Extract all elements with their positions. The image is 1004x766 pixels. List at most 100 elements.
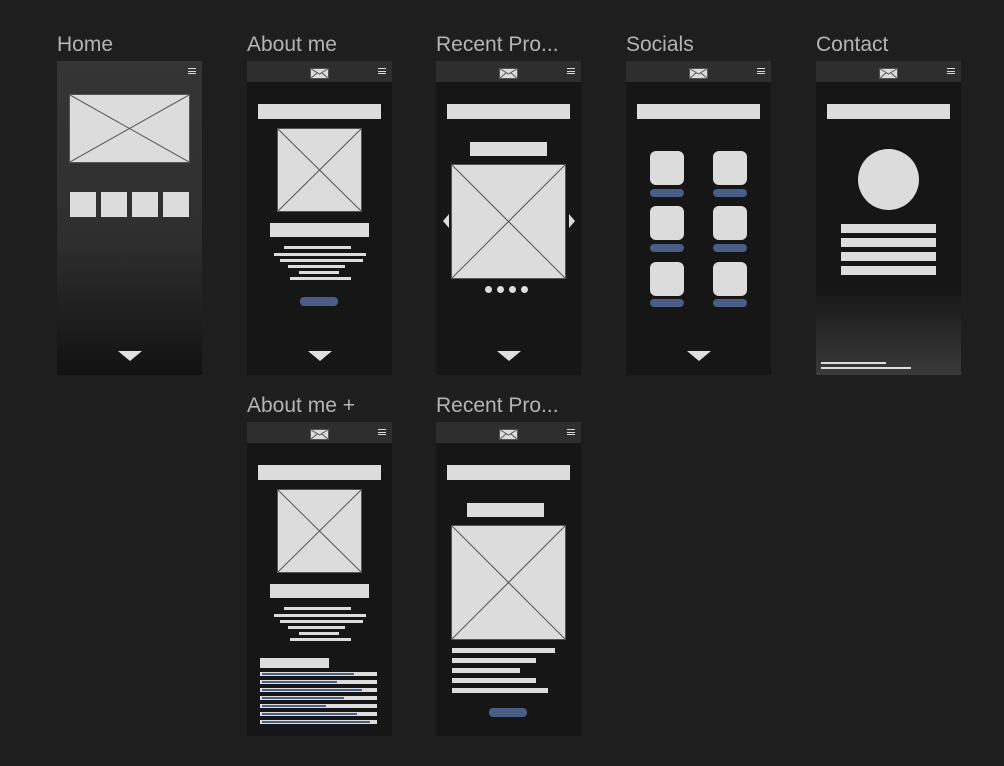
social-tile[interactable] bbox=[650, 262, 684, 296]
text-line bbox=[452, 688, 548, 693]
text-line bbox=[280, 259, 363, 262]
nav-tile-2[interactable] bbox=[101, 192, 127, 217]
mail-icon[interactable] bbox=[310, 427, 329, 445]
carousel-prev-icon[interactable] bbox=[443, 214, 449, 228]
chevron-down-icon[interactable] bbox=[497, 351, 521, 361]
name-placeholder bbox=[270, 584, 369, 598]
text-line bbox=[280, 620, 363, 623]
nav-bar bbox=[436, 422, 581, 443]
hero-image-placeholder bbox=[69, 94, 190, 163]
nav-tile-4[interactable] bbox=[163, 192, 189, 217]
read-more-button[interactable] bbox=[300, 297, 338, 306]
carousel-dot[interactable] bbox=[521, 286, 528, 293]
portrait-image-placeholder bbox=[277, 128, 362, 212]
detail-accent bbox=[262, 681, 337, 683]
chevron-down-icon[interactable] bbox=[687, 351, 711, 361]
hamburger-menu-icon[interactable] bbox=[757, 68, 765, 74]
text-line bbox=[452, 678, 536, 683]
carousel-dot[interactable] bbox=[509, 286, 516, 293]
title-placeholder bbox=[258, 104, 381, 119]
nav-tile-3[interactable] bbox=[132, 192, 158, 217]
carousel-next-icon[interactable] bbox=[569, 214, 575, 228]
nav-tile-1[interactable] bbox=[70, 192, 96, 217]
social-label bbox=[650, 244, 684, 252]
hamburger-menu-icon[interactable] bbox=[567, 68, 575, 74]
nav-bar bbox=[247, 61, 392, 82]
frame-label-about-plus: About me + bbox=[247, 394, 355, 417]
social-label bbox=[650, 189, 684, 197]
social-tile[interactable] bbox=[713, 262, 747, 296]
mail-icon[interactable] bbox=[499, 66, 518, 84]
social-label bbox=[713, 299, 747, 307]
text-line bbox=[288, 626, 345, 629]
hamburger-menu-icon[interactable] bbox=[188, 68, 196, 74]
detail-accent bbox=[262, 721, 370, 723]
detail-accent bbox=[262, 713, 357, 715]
mail-icon[interactable] bbox=[310, 66, 329, 84]
text-line bbox=[274, 614, 366, 617]
hamburger-menu-icon[interactable] bbox=[947, 68, 955, 74]
contact-field[interactable] bbox=[841, 266, 936, 275]
social-tile[interactable] bbox=[650, 151, 684, 185]
carousel-dot[interactable] bbox=[485, 286, 492, 293]
title-placeholder bbox=[827, 104, 950, 119]
frame-projects-detail[interactable] bbox=[436, 422, 581, 736]
mail-icon[interactable] bbox=[499, 427, 518, 445]
frame-label-contact: Contact bbox=[816, 33, 889, 56]
title-placeholder bbox=[447, 465, 570, 480]
footer-line bbox=[821, 367, 911, 369]
contact-field[interactable] bbox=[841, 238, 936, 247]
text-line bbox=[284, 607, 351, 610]
social-tile[interactable] bbox=[713, 151, 747, 185]
social-tile[interactable] bbox=[713, 206, 747, 240]
nav-bar bbox=[626, 61, 771, 82]
contact-field[interactable] bbox=[841, 224, 936, 233]
hamburger-menu-icon[interactable] bbox=[567, 429, 575, 435]
view-project-button[interactable] bbox=[489, 708, 527, 717]
text-line bbox=[452, 658, 536, 663]
project-title-placeholder bbox=[470, 142, 547, 156]
text-line bbox=[290, 277, 351, 280]
title-placeholder bbox=[258, 465, 381, 480]
title-placeholder bbox=[447, 104, 570, 119]
frame-home[interactable] bbox=[57, 61, 202, 375]
social-label bbox=[650, 299, 684, 307]
frame-about[interactable] bbox=[247, 61, 392, 375]
contact-field[interactable] bbox=[841, 252, 936, 261]
mail-icon[interactable] bbox=[879, 66, 898, 84]
social-tile[interactable] bbox=[650, 206, 684, 240]
nav-bar bbox=[247, 422, 392, 443]
name-placeholder bbox=[270, 223, 369, 237]
detail-accent bbox=[262, 689, 362, 691]
text-line bbox=[299, 632, 339, 635]
social-label bbox=[713, 244, 747, 252]
chevron-down-icon[interactable] bbox=[118, 351, 142, 361]
footer-line bbox=[821, 362, 886, 364]
chevron-down-icon[interactable] bbox=[308, 351, 332, 361]
carousel-dot[interactable] bbox=[497, 286, 504, 293]
text-line bbox=[452, 648, 555, 653]
project-image-placeholder bbox=[451, 164, 566, 279]
title-placeholder bbox=[637, 104, 760, 119]
mail-icon[interactable] bbox=[689, 66, 708, 84]
frame-label-projects-detail: Recent Pro... bbox=[436, 394, 559, 417]
text-line bbox=[299, 271, 339, 274]
detail-accent bbox=[262, 697, 344, 699]
hamburger-menu-icon[interactable] bbox=[378, 68, 386, 74]
frame-projects[interactable] bbox=[436, 61, 581, 375]
social-label bbox=[713, 189, 747, 197]
text-line bbox=[284, 246, 351, 249]
project-image-placeholder bbox=[451, 525, 566, 640]
hamburger-menu-icon[interactable] bbox=[378, 429, 386, 435]
nav-bar bbox=[57, 61, 202, 82]
nav-bar bbox=[436, 61, 581, 82]
frame-about-plus[interactable] bbox=[247, 422, 392, 736]
section-heading-placeholder bbox=[260, 658, 329, 668]
text-line bbox=[290, 638, 351, 641]
frame-label-socials: Socials bbox=[626, 33, 694, 56]
frame-contact[interactable] bbox=[816, 61, 961, 375]
project-title-placeholder bbox=[467, 503, 544, 517]
frame-socials[interactable] bbox=[626, 61, 771, 375]
text-line bbox=[452, 668, 520, 673]
text-line bbox=[288, 265, 345, 268]
